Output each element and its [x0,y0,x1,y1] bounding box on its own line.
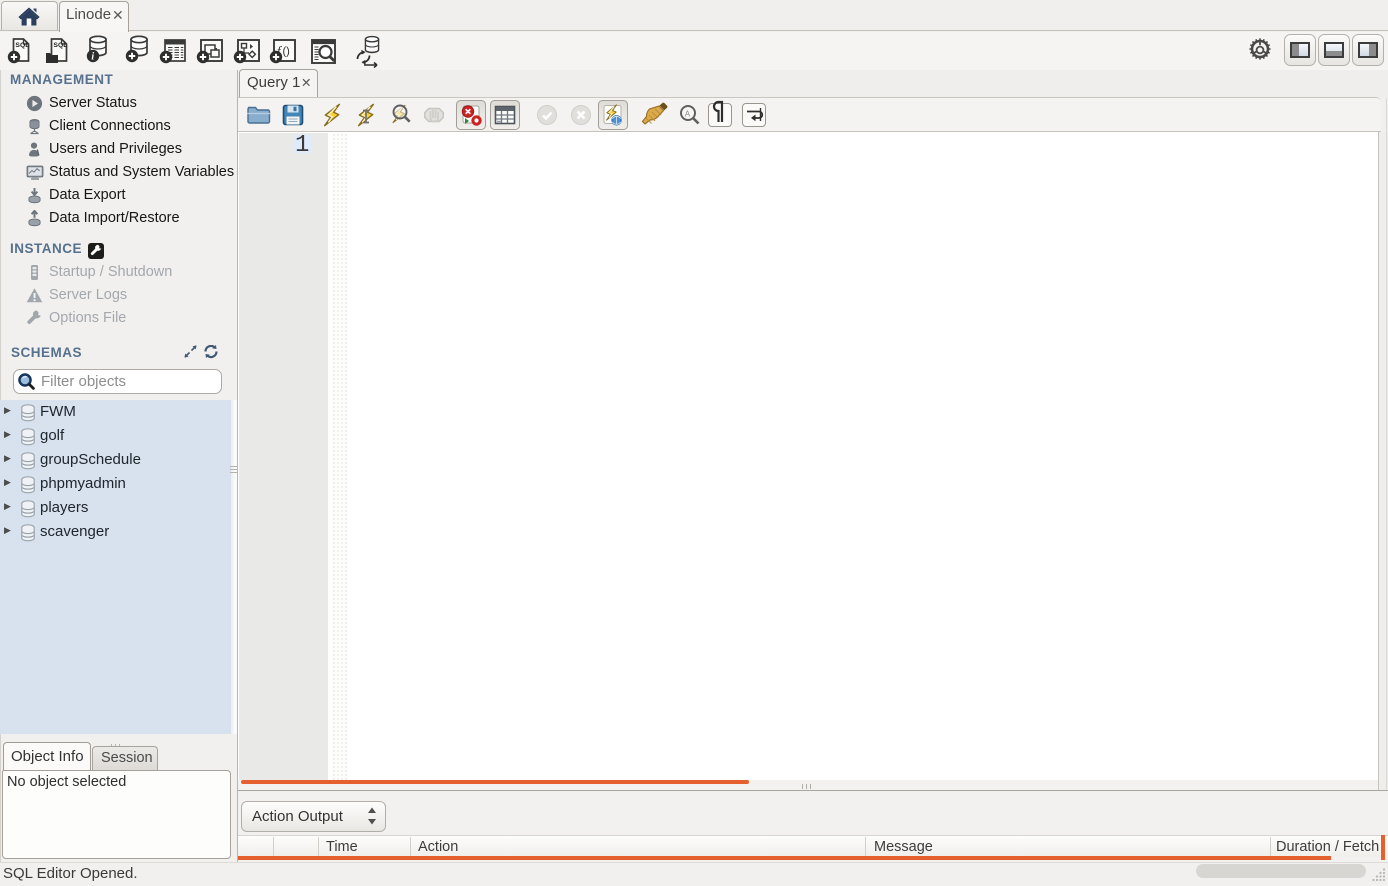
svg-text:i: i [91,51,94,62]
svg-text:A: A [685,110,691,119]
svg-text:(): () [283,46,290,58]
